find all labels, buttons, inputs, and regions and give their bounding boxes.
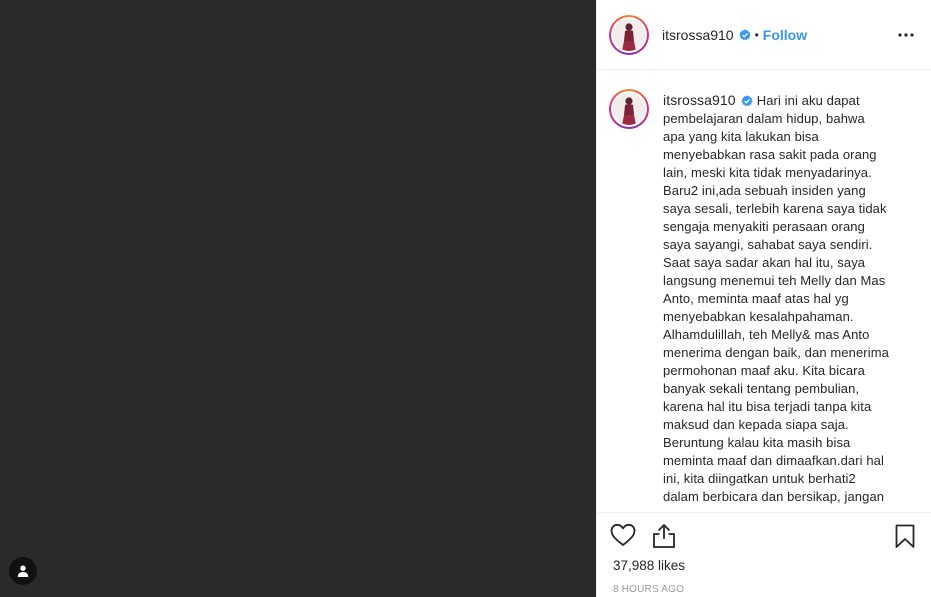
caption-text-block: itsrossa910 Hari ini aku dapat pembelaja…	[663, 91, 911, 512]
post-actions: 37,988 likes 8 HOURS AGO	[597, 512, 931, 597]
likes-count[interactable]: 37,988 likes	[613, 558, 685, 573]
post-header: itsrossa910 • Follow	[597, 0, 931, 70]
follow-button[interactable]: Follow	[763, 27, 807, 43]
user-tag-icon	[17, 565, 29, 577]
caption-avatar[interactable]	[609, 89, 649, 129]
post-media[interactable]	[0, 0, 596, 597]
separator-dot: •	[754, 27, 759, 42]
more-options-icon[interactable]	[897, 26, 915, 44]
avatar-photo	[613, 18, 645, 51]
user-tag-button[interactable]	[9, 557, 37, 585]
caption-section: itsrossa910 Hari ini aku dapat pembelaja…	[597, 70, 931, 512]
caption-username[interactable]: itsrossa910	[663, 92, 736, 108]
bookmark-icon[interactable]	[895, 524, 915, 549]
avatar-photo	[613, 93, 645, 125]
avatar[interactable]	[609, 14, 649, 55]
caption-body: Hari ini aku dapat pembelajaran dalam hi…	[663, 93, 889, 504]
header-username[interactable]: itsrossa910	[662, 27, 734, 43]
post-timestamp[interactable]: 8 HOURS AGO	[613, 584, 684, 595]
post-side-panel: itsrossa910 • Follow itsrossa910 Hari in…	[596, 0, 931, 597]
share-icon[interactable]	[652, 523, 676, 549]
verified-badge-icon	[738, 28, 751, 40]
heart-icon[interactable]	[610, 523, 636, 547]
verified-badge-icon	[741, 95, 753, 107]
